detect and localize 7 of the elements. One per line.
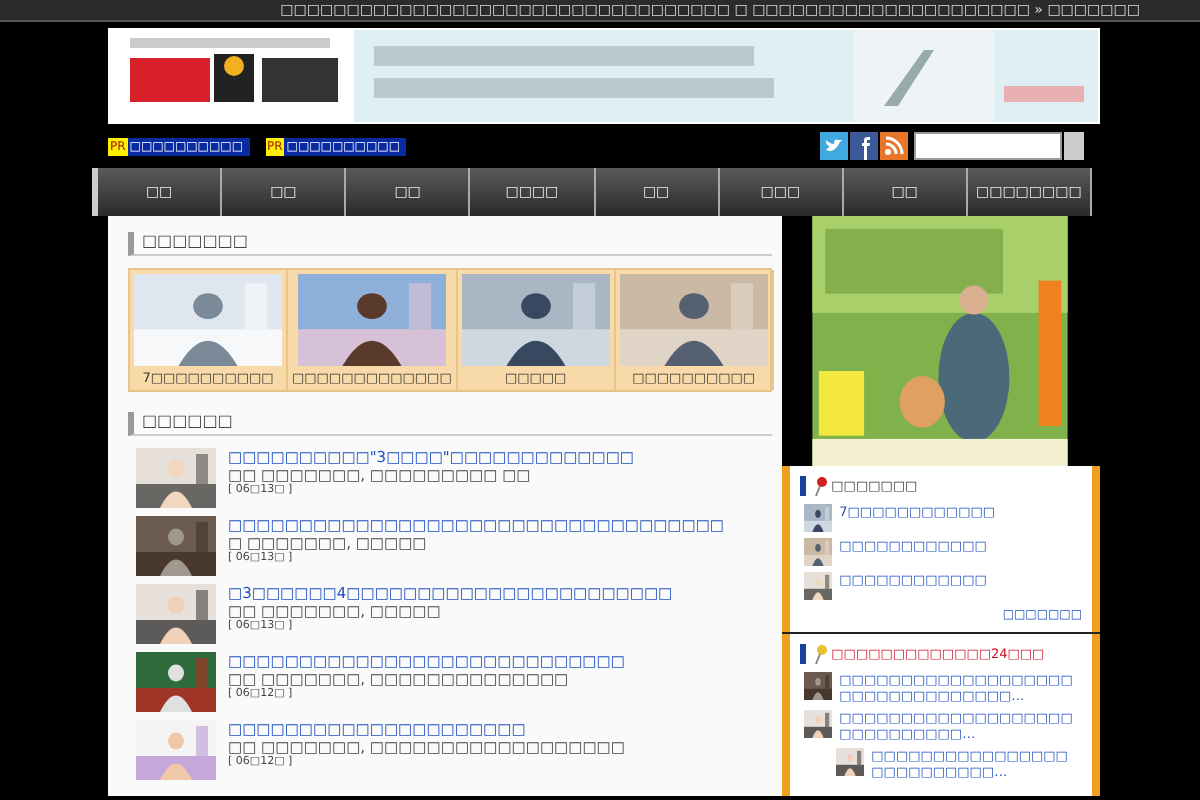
facebook-icon[interactable] bbox=[850, 132, 878, 160]
pin-icon bbox=[811, 644, 828, 664]
pin-icon bbox=[811, 476, 828, 497]
section-title: □□□□□□ bbox=[128, 412, 772, 436]
search-field[interactable] bbox=[914, 132, 1062, 160]
section-title: □□□□□□□ bbox=[128, 232, 772, 256]
rss-icon[interactable] bbox=[880, 132, 908, 160]
